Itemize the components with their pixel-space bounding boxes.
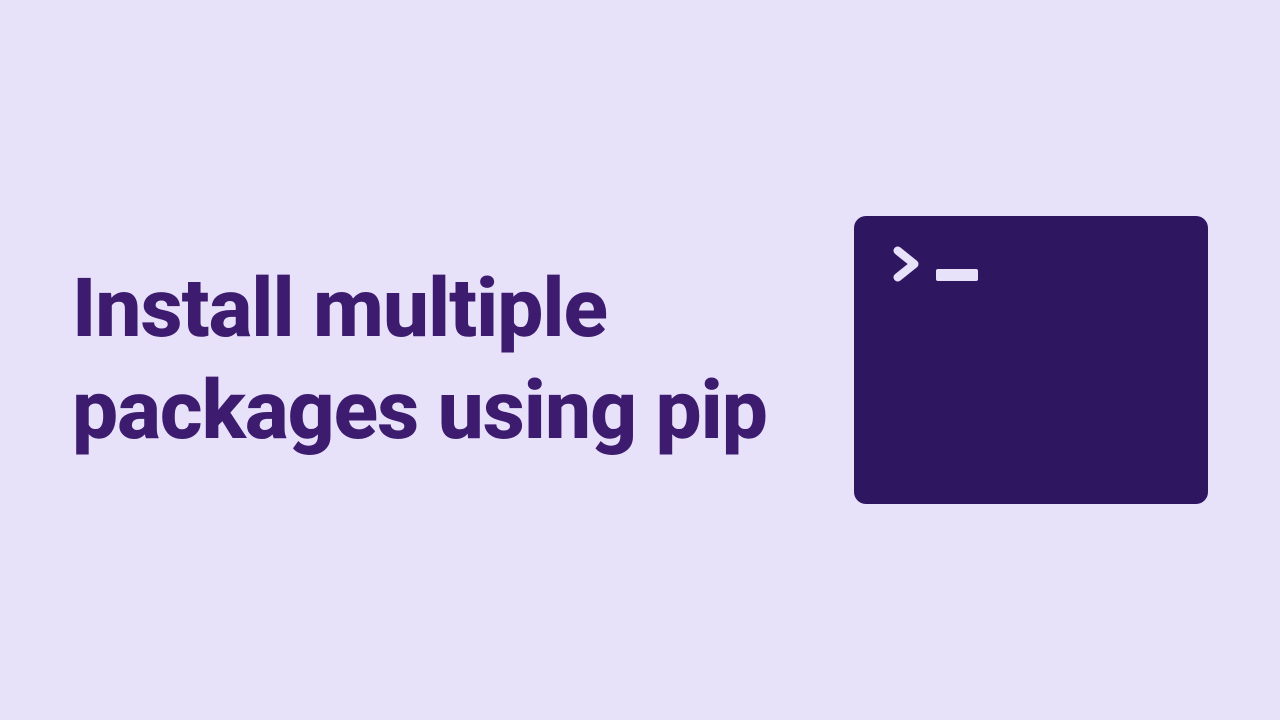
chevron-right-icon bbox=[886, 244, 926, 284]
terminal-icon bbox=[854, 216, 1208, 504]
page-title: Install multiple packages using pip bbox=[72, 258, 772, 463]
underscore-icon bbox=[936, 269, 978, 281]
terminal-prompt bbox=[886, 244, 1176, 284]
main-content: Install multiple packages using pip bbox=[72, 216, 1208, 504]
